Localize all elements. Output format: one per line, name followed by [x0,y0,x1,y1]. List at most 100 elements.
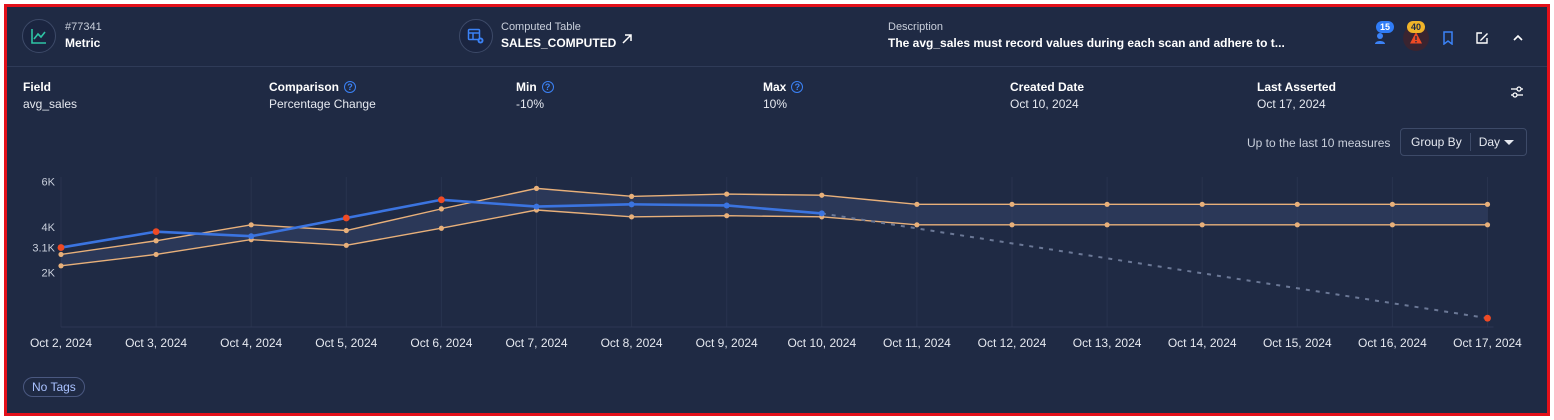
projection-line [821,212,1488,320]
lower-bound-point [343,242,349,248]
min-label: Min ? [516,80,554,94]
x-tick-label: Oct 12, 2024 [978,336,1047,350]
min-value: -10% [516,97,545,111]
x-tick-label: Oct 9, 2024 [696,336,758,350]
bookmark-icon [1443,31,1453,45]
y-tick-label: 6K [42,177,56,189]
metric-point [818,210,825,217]
anomaly-point [438,196,445,204]
help-icon[interactable]: ? [791,81,804,93]
warning-icon [1410,32,1422,44]
upper-bound-point [724,191,730,197]
anomaly-point [342,214,350,222]
lower-bound-point [58,263,64,269]
metric-card: #77341 Metric Computed Table SALES_COMPU… [4,4,1550,416]
table-name-link[interactable]: SALES_COMPUTED [501,36,616,50]
upper-bound-point [629,193,635,199]
x-tick-label: Oct 16, 2024 [1358,336,1427,350]
upper-bound-point [248,222,254,228]
upper-bound-point [819,192,825,198]
upper-bound-point [153,238,159,244]
max-value: 10% [763,97,788,111]
x-tick-label: Oct 17, 2024 [1453,336,1522,350]
upper-bound-point [1484,201,1491,207]
lower-bound-point [1484,222,1491,228]
upper-bound-point [1294,201,1300,207]
x-tick-label: Oct 11, 2024 [883,336,951,350]
lower-bound-point [153,251,159,258]
description-caption: Description [888,21,944,33]
table-caption: Computed Table [501,21,581,33]
computed-table-badge [459,19,493,53]
upper-bound-point [1104,201,1110,207]
bookmark-button[interactable] [1437,27,1459,49]
lower-bound-point [438,225,444,231]
comparison-value: Percentage Change [269,97,376,111]
x-tick-label: Oct 3, 2024 [125,336,187,350]
help-icon[interactable]: ? [541,81,554,93]
info-count-badge: 15 [1376,21,1394,33]
max-label: Max ? [763,80,804,94]
y-tick-label: 4K [42,222,56,234]
x-tick-label: Oct 6, 2024 [410,336,472,350]
group-by-select[interactable]: Group By Day [1400,128,1527,156]
lower-bound-point [1009,222,1015,228]
metric-label: Metric [65,36,101,50]
last-asserted-label: Last Asserted [1257,80,1336,94]
collapse-button[interactable] [1507,27,1529,49]
x-tick-label: Oct 13, 2024 [1073,336,1142,350]
x-tick-label: Oct 5, 2024 [315,336,377,350]
lower-bound-point [1294,222,1300,228]
threshold-band [61,188,1488,266]
user-alert-icon [1375,33,1385,44]
lower-bound-point [629,214,635,220]
x-tick-label: Oct 7, 2024 [505,336,567,350]
upper-bound-point [1389,201,1395,207]
group-by-value: Day [1478,135,1501,149]
y-tick-label: 2K [42,268,56,280]
card-header: #77341 Metric Computed Table SALES_COMPU… [7,7,1547,67]
x-tick-label: Oct 14, 2024 [1168,336,1237,350]
metric-point [723,202,730,209]
metric-type-badge [22,19,56,53]
description-text: The avg_sales must record values during … [888,36,1285,50]
x-tick-label: Oct 4, 2024 [220,336,282,350]
lower-bound-point [914,222,920,228]
alert-count-badge: 40 [1407,21,1425,33]
metric-point [248,233,255,240]
table-gear-icon [467,28,484,44]
upper-bound-point [914,201,920,207]
open-table-button[interactable] [616,28,638,50]
field-label: Field [23,80,52,94]
created-date-label: Created Date [1010,80,1085,94]
metric-point [628,201,635,208]
anomaly-point [1484,314,1491,322]
no-tags-chip[interactable]: No Tags [23,377,85,397]
help-icon[interactable]: ? [344,81,357,93]
upper-bound-point [1009,201,1015,207]
lower-bound-point [1389,222,1395,228]
settings-button[interactable] [1506,81,1528,103]
y-tick-label: 3.1K [32,243,55,255]
x-tick-label: Oct 15, 2024 [1263,336,1332,350]
group-by-label: Group By [1401,133,1471,151]
chevron-up-icon [1513,34,1523,41]
comparison-label: Comparison ? [269,80,357,94]
created-date-value: Oct 10, 2024 [1010,97,1079,111]
metric-point [533,203,540,210]
upper-bound-point [533,185,540,191]
field-value: avg_sales [23,97,78,111]
upper-bound-point [1199,201,1205,207]
edit-button[interactable] [1471,27,1493,49]
sliders-icon [1511,86,1523,98]
edit-icon [1476,32,1488,44]
upper-bound-point [438,206,444,212]
anomaly-point [57,244,65,251]
lower-bound-point [1199,222,1205,228]
x-tick-label: Oct 10, 2024 [787,336,856,350]
arrow-up-right-icon [622,34,632,44]
upper-bound-point [343,227,349,234]
last-asserted-value: Oct 17, 2024 [1257,97,1326,111]
lower-bound-point [1104,222,1110,228]
x-tick-label: Oct 2, 2024 [30,336,92,350]
